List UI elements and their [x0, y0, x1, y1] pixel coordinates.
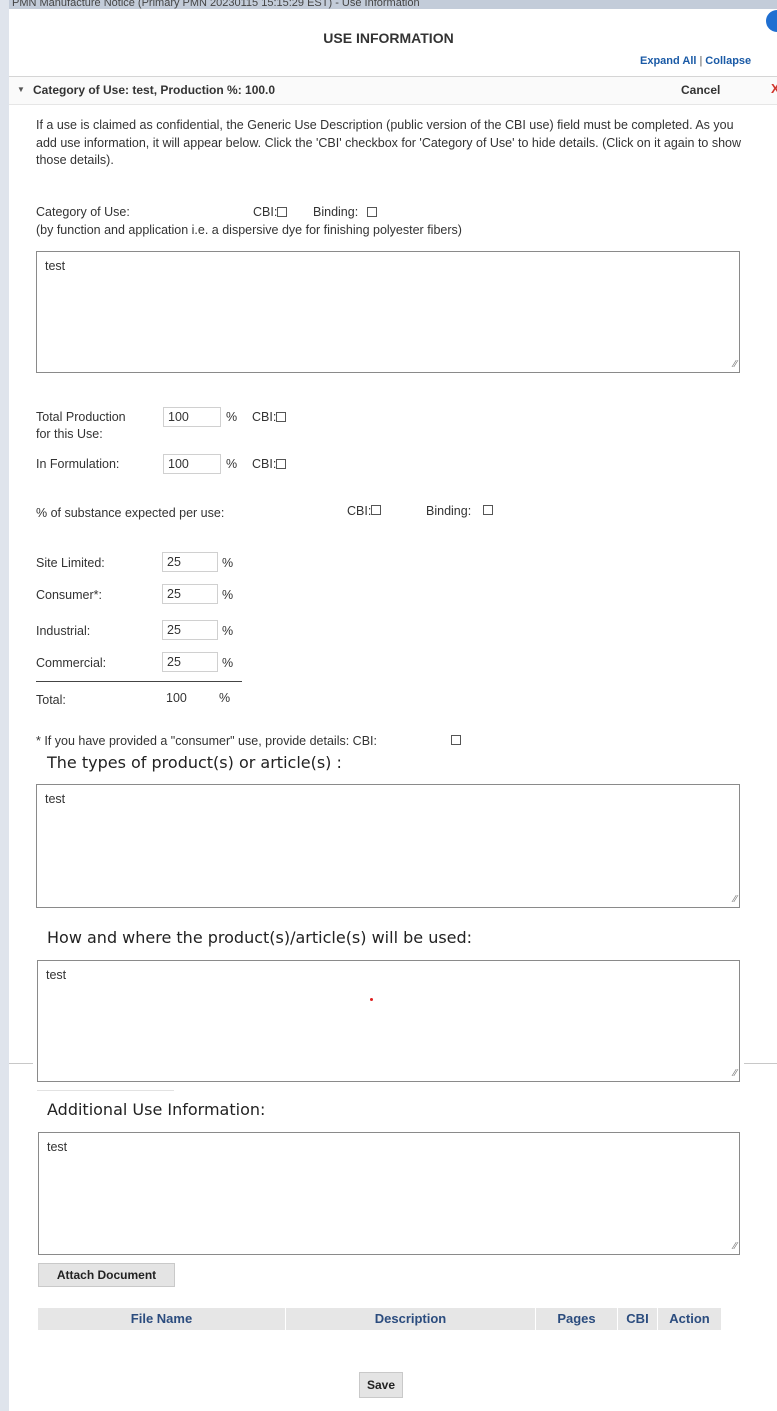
product-types-label: The types of product(s) or article(s) : — [47, 753, 342, 772]
category-binding-checkbox[interactable] — [367, 207, 377, 217]
column-pages[interactable]: Pages — [536, 1308, 618, 1330]
consumer-percent: % — [222, 588, 234, 602]
consumer-label: Consumer*: — [36, 588, 102, 602]
total-production-label: Total Production — [36, 410, 126, 424]
resize-grip-icon[interactable]: ∕∕ — [734, 895, 737, 905]
consumer-details-cbi-checkbox[interactable] — [451, 735, 461, 745]
attach-document-button[interactable]: Attach Document — [38, 1263, 175, 1287]
consumer-input[interactable]: 25 — [162, 584, 218, 604]
total-value: 100 — [166, 691, 187, 705]
substance-binding-label: Binding: — [426, 504, 472, 518]
total-production-value: 100 — [168, 410, 189, 424]
substance-cbi-label: CBI: — [347, 504, 372, 518]
column-cbi[interactable]: CBI — [618, 1308, 658, 1330]
industrial-value: 25 — [167, 623, 181, 637]
industrial-percent: % — [222, 624, 234, 638]
documents-table-header: File Name Description Pages CBI Action — [38, 1308, 721, 1330]
in-formulation-cbi-checkbox[interactable] — [276, 459, 286, 469]
category-cbi-label: CBI: — [253, 205, 278, 219]
total-production-label-line2: for this Use: — [36, 427, 103, 441]
additional-info-label: Additional Use Information: — [47, 1100, 266, 1119]
cursor-dot — [370, 998, 373, 1001]
in-formulation-input[interactable]: 100 — [163, 454, 221, 474]
resize-grip-icon[interactable]: ∕∕ — [734, 1242, 737, 1252]
label-underline — [37, 1090, 174, 1091]
industrial-input[interactable]: 25 — [162, 620, 218, 640]
expand-collapse-controls: Expand All | Collapse — [640, 55, 751, 67]
column-file-name[interactable]: File Name — [38, 1308, 286, 1330]
category-hint: (by function and application i.e. a disp… — [36, 223, 462, 237]
how-where-used-textarea[interactable]: test ∕∕ — [37, 960, 740, 1082]
right-divider-line — [744, 1063, 777, 1064]
total-percent: % — [219, 691, 231, 705]
save-button[interactable]: Save — [359, 1372, 403, 1398]
site-limited-label: Site Limited: — [36, 556, 105, 570]
resize-grip-icon[interactable]: ∕∕ — [734, 1069, 737, 1079]
cancel-link[interactable]: Cancel — [681, 83, 720, 97]
consumer-value: 25 — [167, 587, 181, 601]
commercial-input[interactable]: 25 — [162, 652, 218, 672]
close-icon[interactable]: X — [771, 81, 777, 96]
in-formulation-label: In Formulation: — [36, 457, 120, 471]
left-divider-line — [9, 1063, 33, 1064]
substance-binding-checkbox[interactable] — [483, 505, 493, 515]
total-label: Total: — [36, 693, 66, 707]
in-formulation-cbi-label: CBI: — [252, 457, 277, 471]
commercial-value: 25 — [167, 655, 181, 669]
total-production-percent: % — [226, 410, 238, 424]
site-limited-value: 25 — [167, 555, 181, 569]
total-production-cbi-label: CBI: — [252, 410, 277, 424]
window-left-frame — [0, 0, 9, 1411]
site-limited-input[interactable]: 25 — [162, 552, 218, 572]
additional-info-textarea[interactable]: test ∕∕ — [38, 1132, 740, 1255]
industrial-label: Industrial: — [36, 624, 91, 638]
substance-cbi-checkbox[interactable] — [371, 505, 381, 515]
product-types-textarea[interactable]: test ∕∕ — [36, 784, 740, 908]
expand-all-link[interactable]: Expand All — [640, 55, 696, 67]
site-limited-percent: % — [222, 556, 234, 570]
page-title: USE INFORMATION — [323, 30, 454, 46]
intro-text: If a use is claimed as confidential, the… — [36, 118, 742, 167]
category-binding-label: Binding: — [313, 205, 359, 219]
in-formulation-value: 100 — [168, 457, 189, 471]
substance-per-use-label: % of substance expected per use: — [36, 506, 225, 520]
caret-down-icon[interactable]: ▼ — [17, 85, 25, 94]
in-formulation-percent: % — [226, 457, 238, 471]
total-production-input[interactable]: 100 — [163, 407, 221, 427]
help-icon[interactable] — [766, 10, 777, 32]
category-of-use-value: test — [45, 259, 66, 273]
breadcrumb: PMN Manufacture Notice (Primary PMN 2023… — [12, 0, 420, 9]
product-types-value: test — [45, 792, 66, 806]
total-divider — [36, 681, 242, 682]
category-cbi-checkbox[interactable] — [277, 207, 287, 217]
how-where-used-value: test — [46, 968, 67, 982]
collapse-link[interactable]: Collapse — [705, 55, 751, 67]
resize-grip-icon[interactable]: ∕∕ — [734, 360, 737, 370]
additional-info-value: test — [47, 1140, 68, 1154]
commercial-percent: % — [222, 656, 234, 670]
link-separator: | — [699, 55, 703, 67]
column-action[interactable]: Action — [658, 1308, 721, 1330]
use-section-header[interactable]: ▼ Category of Use: test, Production %: 1… — [9, 76, 777, 105]
consumer-details-note: * If you have provided a "consumer" use,… — [36, 734, 377, 748]
column-description[interactable]: Description — [286, 1308, 536, 1330]
total-production-cbi-checkbox[interactable] — [276, 412, 286, 422]
commercial-label: Commercial: — [36, 656, 107, 670]
section-title: Category of Use: test, Production %: 100… — [33, 83, 276, 97]
how-where-used-label: How and where the product(s)/article(s) … — [47, 928, 473, 947]
category-of-use-textarea[interactable]: test ∕∕ — [36, 251, 740, 373]
category-of-use-label: Category of Use: — [36, 205, 130, 219]
